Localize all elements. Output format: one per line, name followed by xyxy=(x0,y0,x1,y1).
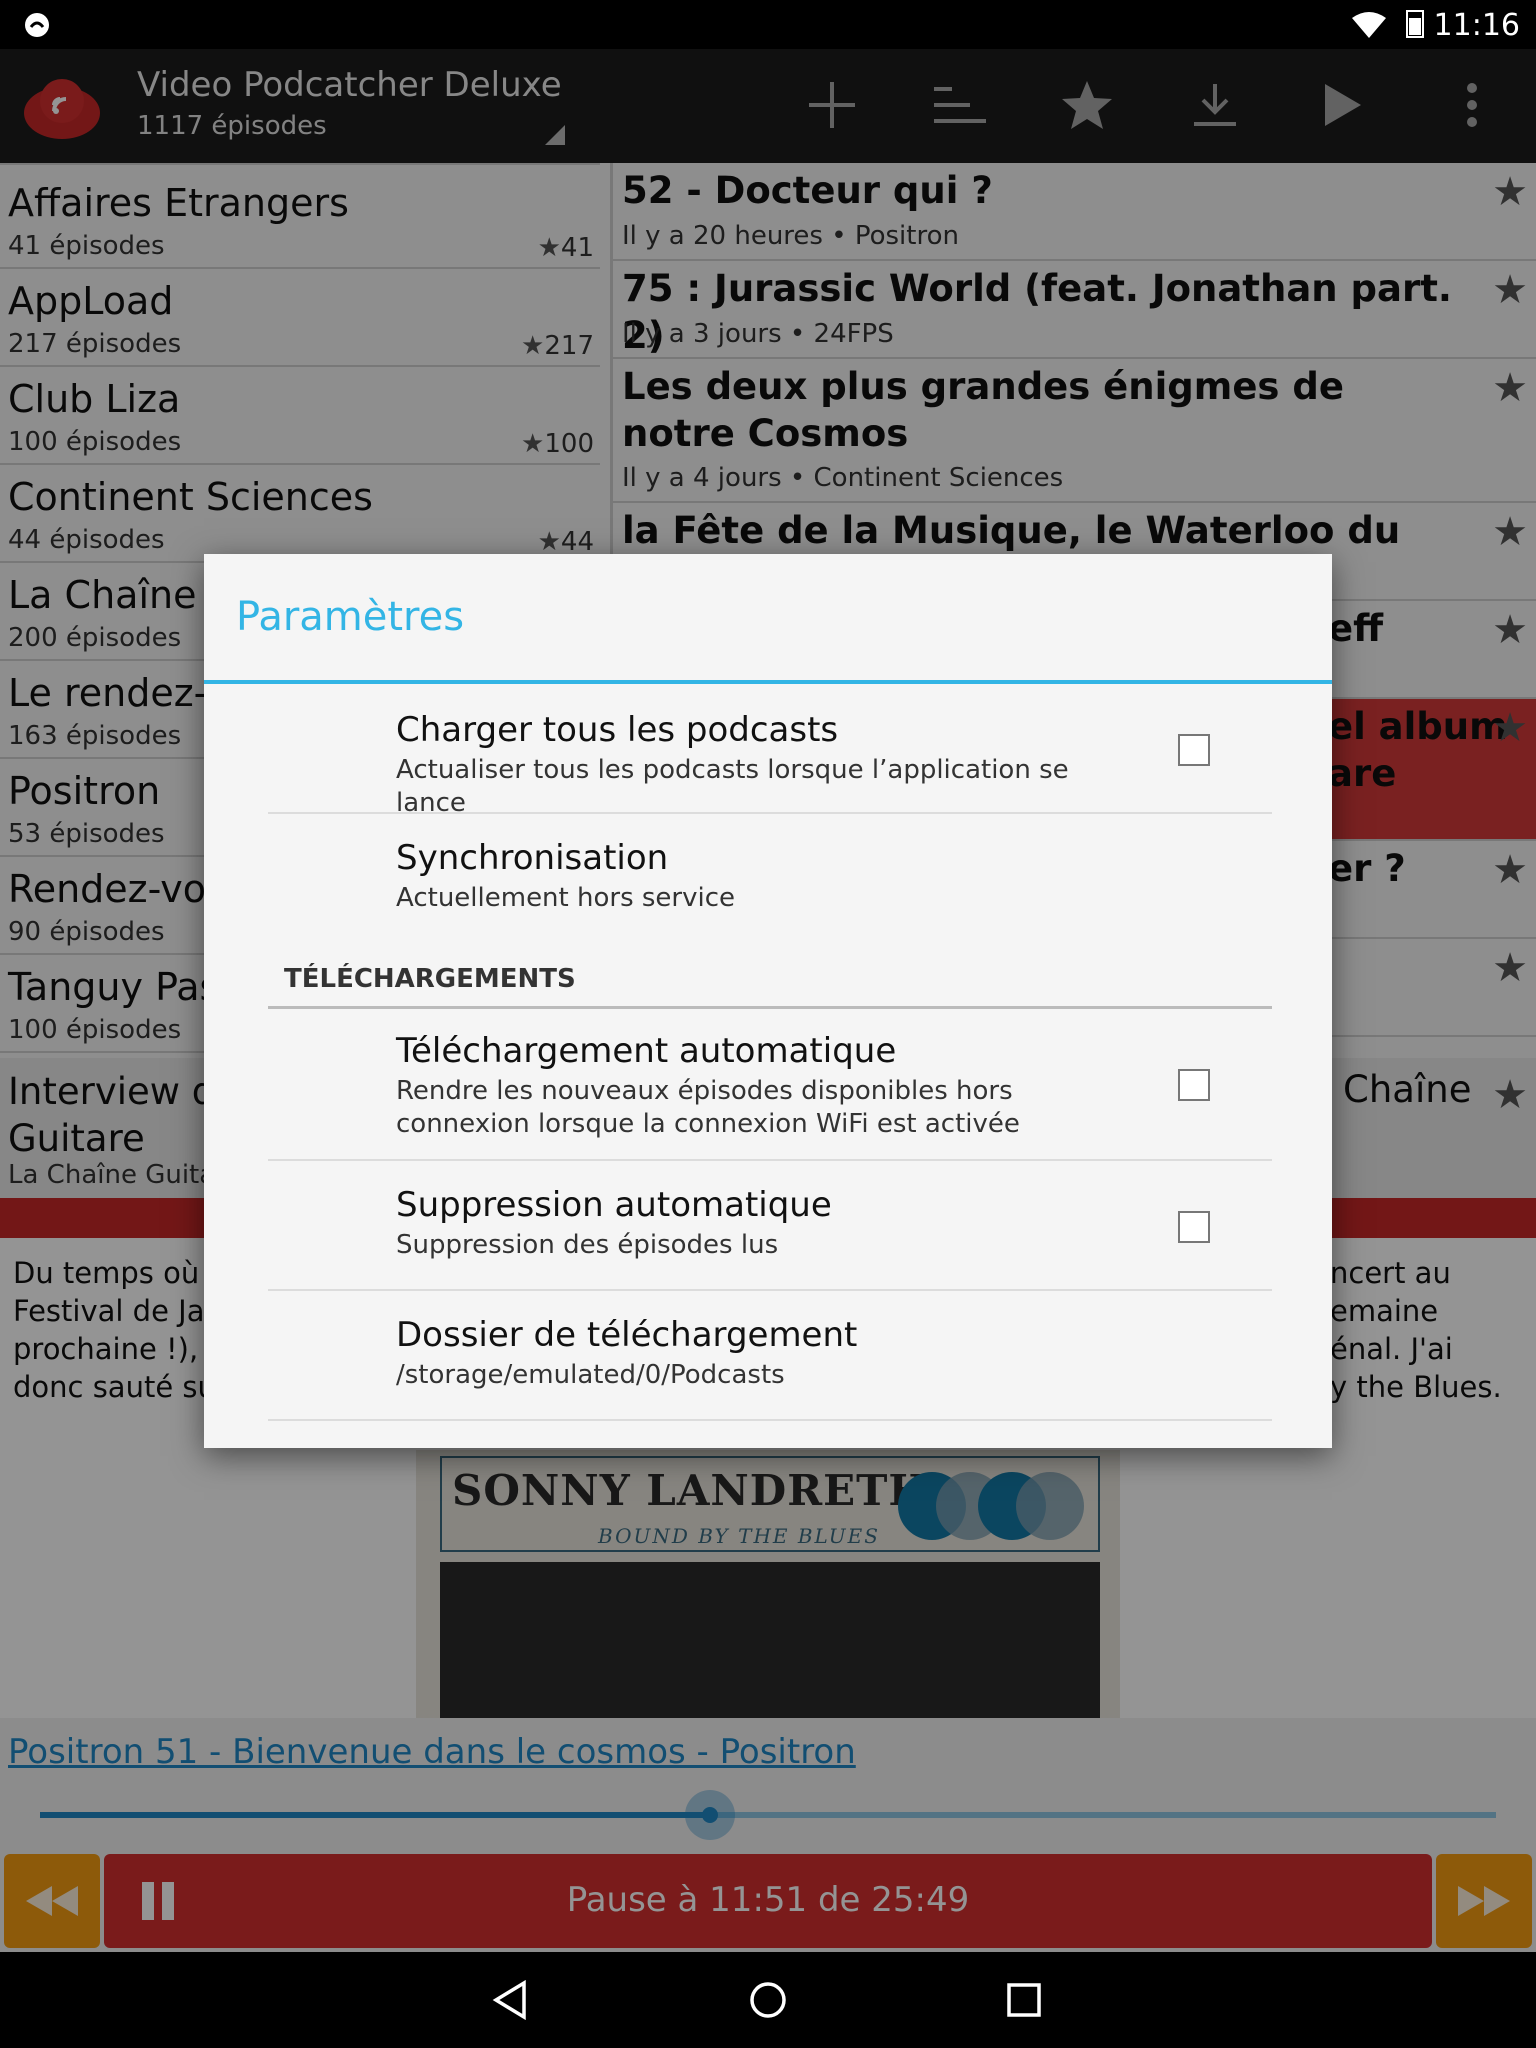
pref-summary: Suppression des épisodes lus xyxy=(396,1230,779,1260)
dialog-title: Paramètres xyxy=(236,594,465,640)
navigation-bar xyxy=(0,1952,1536,2048)
status-bar: 11:16 xyxy=(0,0,1536,49)
wifi-icon xyxy=(1352,12,1386,38)
recents-icon[interactable] xyxy=(1006,1982,1042,2018)
pref-title: Charger tous les podcasts xyxy=(396,710,839,750)
battery-icon xyxy=(1406,10,1424,38)
pref-auto-download[interactable]: Téléchargement automatique Rendre les no… xyxy=(268,1009,1272,1161)
pref-summary: Rendre les nouveaux épisodes disponibles… xyxy=(396,1076,1020,1139)
pref-title: Téléchargement automatique xyxy=(396,1031,897,1071)
category-downloads: TÉLÉCHARGEMENTS xyxy=(268,964,1272,1009)
pref-summary: /storage/emulated/0/Podcasts xyxy=(396,1360,785,1390)
pref-title: Synchronisation xyxy=(396,838,669,878)
checkbox[interactable] xyxy=(1178,1069,1210,1101)
clock: 11:16 xyxy=(1433,8,1520,43)
pref-load-all-podcasts[interactable]: Charger tous les podcasts Actualiser tou… xyxy=(268,684,1272,818)
back-icon[interactable] xyxy=(492,1980,528,2020)
notification-icon xyxy=(25,13,49,37)
pref-summary: Actuellement hors service xyxy=(396,883,736,913)
pref-download-folder[interactable]: Dossier de téléchargement /storage/emula… xyxy=(268,1291,1272,1421)
settings-dialog: Paramètres Charger tous les podcasts Act… xyxy=(204,554,1332,1448)
checkbox[interactable] xyxy=(1178,1211,1210,1243)
pref-summary: Actualiser tous les podcasts lorsque l’a… xyxy=(396,755,1069,818)
checkbox[interactable] xyxy=(1178,734,1210,766)
pref-synchronisation[interactable]: Synchronisation Actuellement hors servic… xyxy=(268,814,1272,934)
pref-auto-delete[interactable]: Suppression automatique Suppression des … xyxy=(268,1161,1272,1291)
pref-title: Dossier de téléchargement xyxy=(396,1315,858,1355)
category-title: TÉLÉCHARGEMENTS xyxy=(284,964,576,994)
pref-title: Suppression automatique xyxy=(396,1185,832,1225)
home-icon[interactable] xyxy=(748,1980,788,2020)
